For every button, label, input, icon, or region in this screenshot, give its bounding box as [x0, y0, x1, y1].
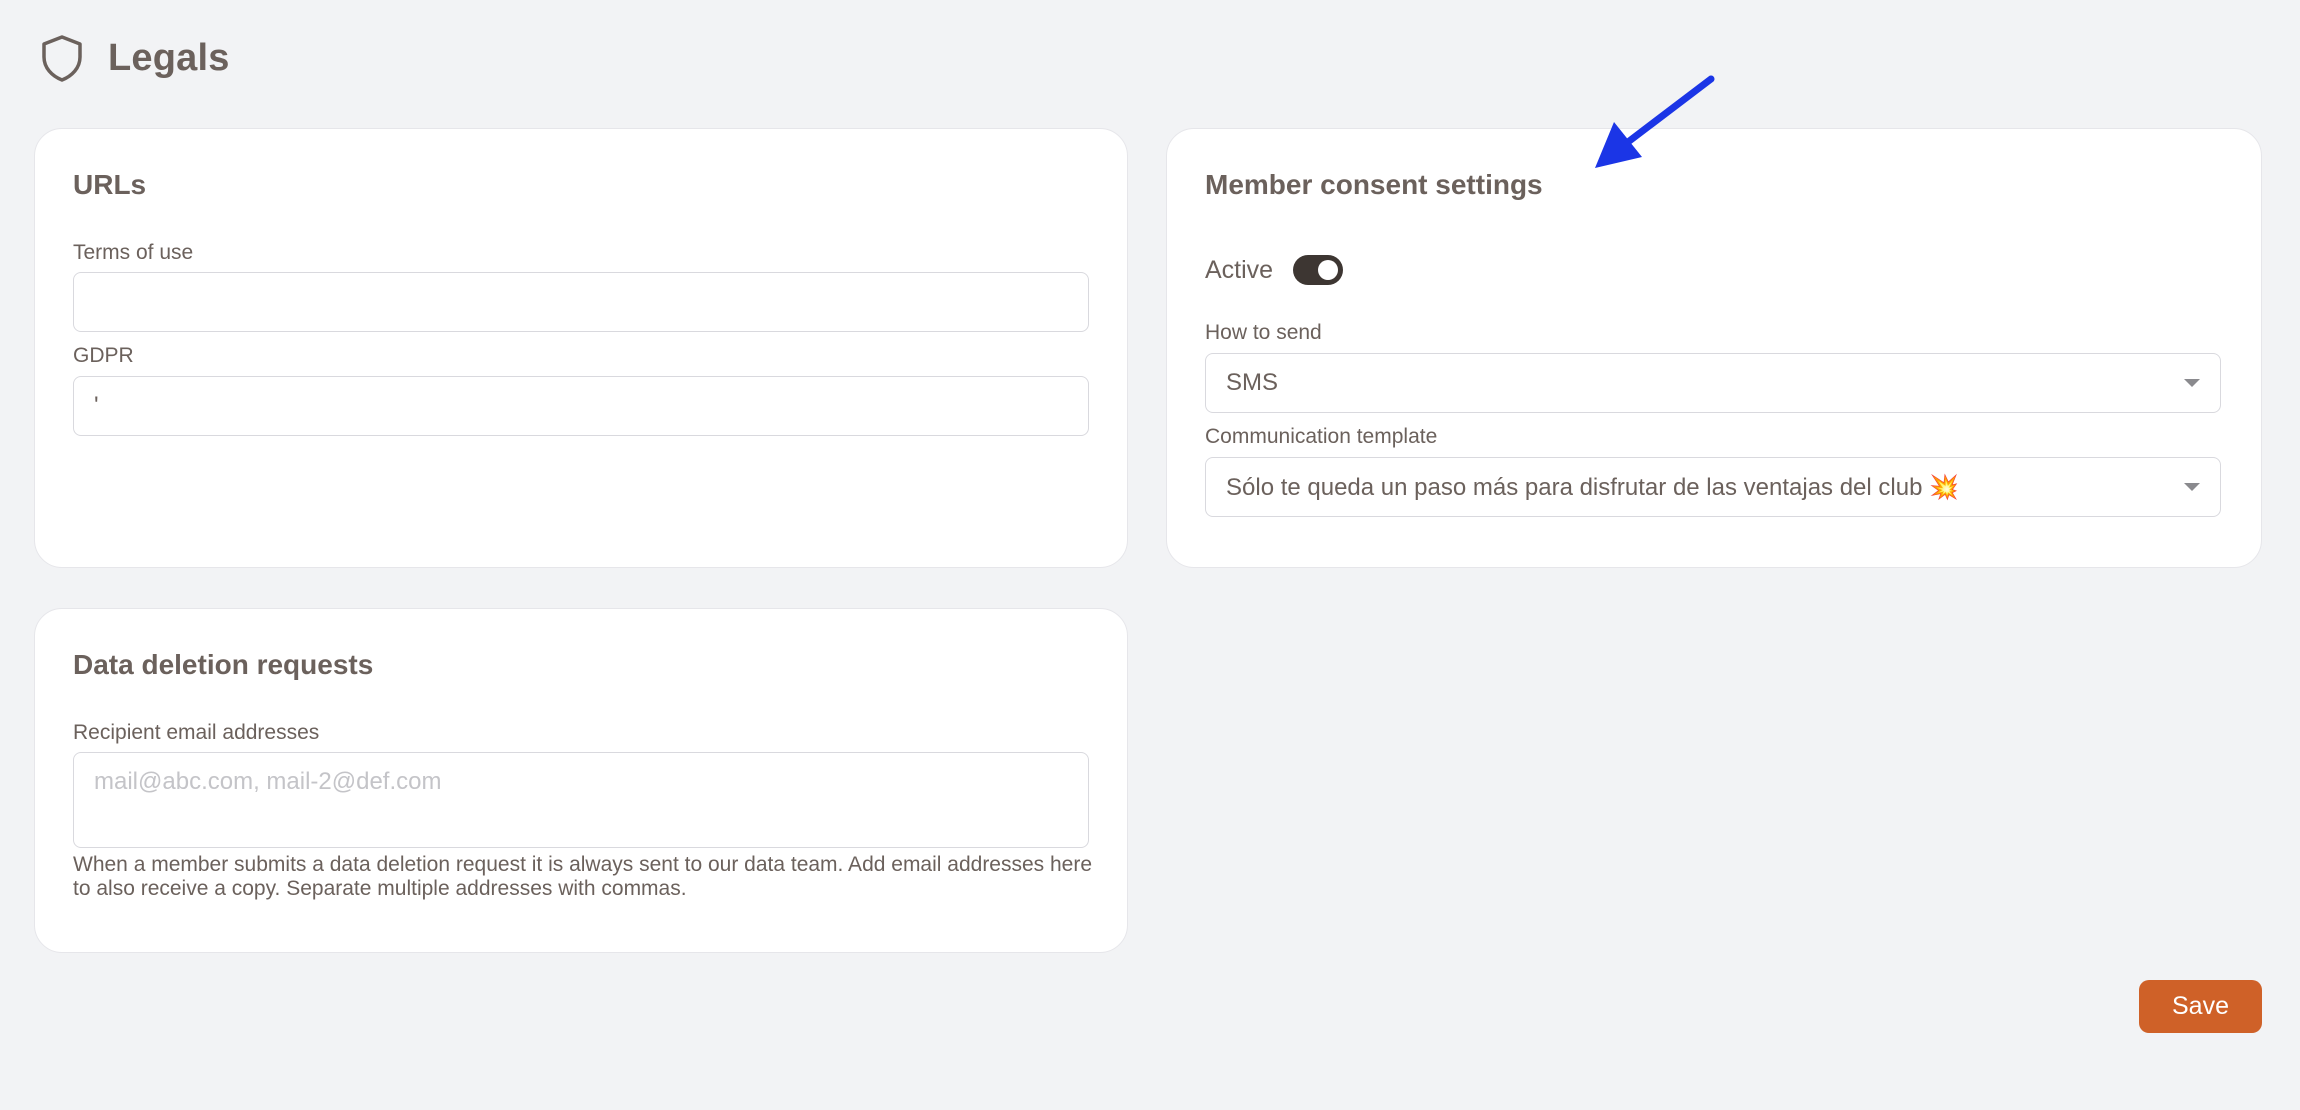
data-deletion-card: Data deletion requests Recipient email a… [34, 608, 1128, 953]
communication-template-select[interactable]: Sólo te queda un paso más para disfrutar… [1205, 457, 2221, 517]
page-header: Legals [36, 30, 230, 86]
save-button[interactable]: Save [2139, 980, 2262, 1033]
member-consent-card-title: Member consent settings [1205, 169, 1543, 200]
active-toggle[interactable] [1293, 255, 1344, 285]
toggle-knob [1318, 260, 1339, 280]
communication-template-value: Sólo te queda un paso más para disfrutar… [1226, 473, 1959, 501]
active-label: Active [1205, 255, 1274, 284]
gdpr-input[interactable] [73, 376, 1089, 436]
terms-of-use-input[interactable] [73, 272, 1089, 332]
chevron-down-icon [2184, 483, 2200, 491]
recipient-email-help-text: When a member submits a data deletion re… [73, 853, 1093, 900]
active-toggle-row: Active [1205, 255, 1344, 285]
recipient-email-label: Recipient email addresses [73, 721, 320, 744]
how-to-send-select[interactable]: SMS [1205, 353, 2221, 413]
data-deletion-card-title: Data deletion requests [73, 649, 374, 680]
how-to-send-label: How to send [1205, 321, 1322, 344]
how-to-send-value: SMS [1226, 369, 1279, 396]
member-consent-card: Member consent settings Active How to se… [1166, 128, 2262, 568]
shield-icon [36, 32, 88, 84]
page-title: Legals [108, 36, 230, 79]
urls-card-title: URLs [73, 169, 147, 200]
chevron-down-icon [2184, 379, 2200, 387]
urls-card: URLs Terms of use GDPR [34, 128, 1128, 568]
recipient-email-input[interactable] [73, 752, 1089, 848]
gdpr-label: GDPR [73, 344, 134, 367]
communication-template-label: Communication template [1205, 425, 1438, 448]
terms-of-use-label: Terms of use [73, 241, 194, 264]
